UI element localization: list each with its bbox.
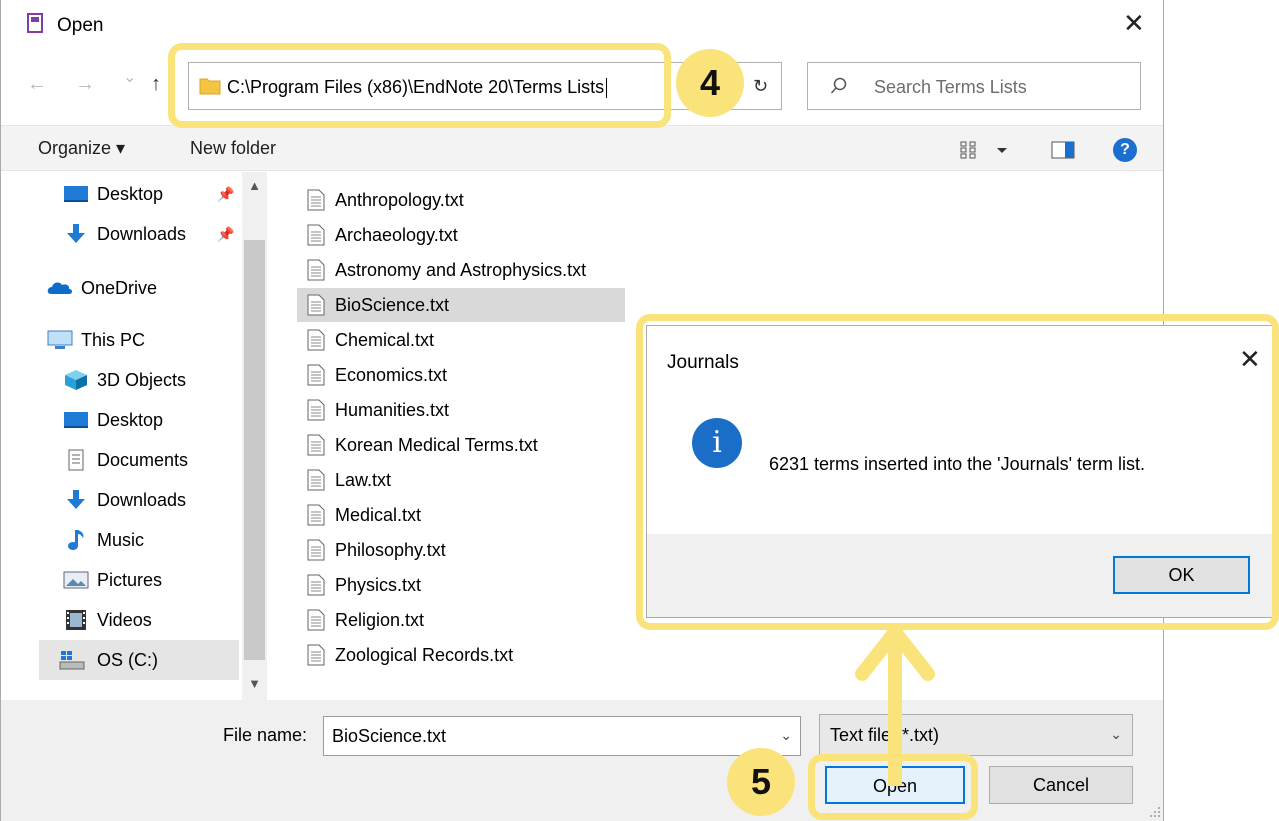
- step-badge-5: 5: [727, 748, 795, 816]
- navigation-pane: Desktop 📌 Downloads 📌 OneDrive This PC 3…: [1, 172, 267, 700]
- dialog-footer: File name: BioScience.txt ⌄ Text file (*…: [1, 700, 1163, 821]
- up-arrow-icon[interactable]: ↑: [151, 74, 161, 94]
- text-file-icon: [307, 399, 325, 421]
- file-item[interactable]: Medical.txt: [297, 498, 625, 532]
- file-item[interactable]: Chemical.txt: [297, 323, 625, 357]
- file-item[interactable]: Humanities.txt: [297, 393, 625, 427]
- video-icon: [66, 610, 86, 630]
- text-file-icon: [307, 294, 325, 316]
- text-file-icon: [307, 609, 325, 631]
- search-input[interactable]: Search Terms Lists: [874, 77, 1027, 98]
- file-item[interactable]: Zoological Records.txt: [297, 638, 625, 672]
- text-file-icon: [307, 644, 325, 666]
- text-file-icon: [307, 539, 325, 561]
- drive-icon: [59, 651, 85, 670]
- sidebar-item-os-drive[interactable]: OS (C:): [39, 640, 239, 680]
- chevron-down-icon[interactable]: ⌄: [1110, 726, 1122, 743]
- highlight-open-button: [808, 754, 978, 820]
- highlight-message-dialog: [636, 314, 1279, 630]
- downloads-icon: [67, 490, 85, 509]
- toolbar: Organize ▾ New folder ?: [1, 125, 1163, 171]
- file-name-label: File name:: [223, 725, 308, 745]
- preview-pane-icon[interactable]: [1051, 141, 1075, 159]
- sidebar-item-downloads-pinned[interactable]: Downloads 📌: [63, 216, 235, 252]
- step-badge-4: 4: [676, 49, 744, 117]
- file-item[interactable]: Astronomy and Astrophysics.txt: [297, 253, 625, 287]
- downloads-icon: [67, 224, 85, 243]
- sidebar-item-pictures[interactable]: Pictures: [63, 562, 233, 598]
- refresh-icon[interactable]: ↻: [753, 76, 768, 97]
- new-folder-button[interactable]: New folder: [190, 138, 276, 159]
- computer-icon: [47, 330, 73, 349]
- organize-button[interactable]: Organize ▾: [38, 138, 125, 159]
- file-item-selected[interactable]: BioScience.txt: [297, 288, 625, 322]
- scroll-up-icon[interactable]: ▲: [242, 178, 267, 193]
- text-file-icon: [307, 189, 325, 211]
- scroll-down-icon[interactable]: ▼: [242, 676, 267, 691]
- file-item[interactable]: Religion.txt: [297, 603, 625, 637]
- pin-icon: 📌: [217, 186, 235, 202]
- chevron-down-icon[interactable]: ⌄: [780, 727, 792, 744]
- file-item[interactable]: Philosophy.txt: [297, 533, 625, 567]
- text-file-icon: [307, 259, 325, 281]
- sidebar-item-3d-objects[interactable]: 3D Objects: [63, 362, 233, 398]
- sidebar-item-documents[interactable]: Documents: [63, 442, 233, 478]
- text-file-icon: [307, 329, 325, 351]
- document-icon: [68, 449, 84, 471]
- change-view-icon[interactable]: [959, 140, 1021, 160]
- file-item[interactable]: Physics.txt: [297, 568, 625, 602]
- file-item[interactable]: Anthropology.txt: [297, 183, 625, 217]
- cloud-icon: [47, 282, 72, 294]
- text-file-icon: [307, 469, 325, 491]
- cube-icon: [65, 370, 87, 390]
- sidebar-item-onedrive[interactable]: OneDrive: [47, 270, 237, 306]
- file-item[interactable]: Economics.txt: [297, 358, 625, 392]
- desktop-icon: [64, 412, 88, 428]
- highlight-address-bar: [168, 43, 671, 128]
- close-icon[interactable]: ✕: [1123, 10, 1145, 36]
- desktop-icon: [64, 186, 88, 202]
- sidebar-scrollbar[interactable]: ▲ ▼: [242, 172, 267, 700]
- back-arrow-icon[interactable]: ←: [27, 74, 47, 94]
- sidebar-item-desktop[interactable]: Desktop: [63, 402, 233, 438]
- text-file-icon: [307, 574, 325, 596]
- sidebar-item-downloads[interactable]: Downloads: [63, 482, 233, 518]
- file-item[interactable]: Law.txt: [297, 463, 625, 497]
- help-icon[interactable]: ?: [1113, 138, 1137, 162]
- text-file-icon: [307, 504, 325, 526]
- scrollbar-thumb[interactable]: [244, 240, 265, 660]
- search-icon: [830, 77, 847, 94]
- text-file-icon: [307, 364, 325, 386]
- sidebar-item-music[interactable]: Music: [63, 522, 233, 558]
- pictures-icon: [63, 571, 89, 589]
- app-file-icon: [27, 13, 43, 33]
- text-file-icon: [307, 224, 325, 246]
- file-item[interactable]: Korean Medical Terms.txt: [297, 428, 625, 462]
- file-name-value: BioScience.txt: [332, 726, 447, 746]
- sidebar-item-desktop-pinned[interactable]: Desktop 📌: [63, 176, 235, 212]
- resize-grip-icon[interactable]: [1147, 804, 1161, 818]
- cancel-button[interactable]: Cancel: [989, 766, 1133, 804]
- sidebar-item-videos[interactable]: Videos: [63, 602, 233, 638]
- file-item[interactable]: Archaeology.txt: [297, 218, 625, 252]
- file-name-input[interactable]: BioScience.txt ⌄: [323, 716, 801, 756]
- pin-icon: 📌: [217, 226, 235, 242]
- window-title: Open: [57, 15, 104, 36]
- chevron-down-icon[interactable]: ⌄: [123, 70, 136, 86]
- search-box[interactable]: Search Terms Lists: [807, 62, 1141, 110]
- text-file-icon: [307, 434, 325, 456]
- sidebar-item-this-pc[interactable]: This PC: [47, 322, 237, 358]
- music-icon: [68, 530, 84, 550]
- forward-arrow-icon[interactable]: →: [75, 74, 95, 94]
